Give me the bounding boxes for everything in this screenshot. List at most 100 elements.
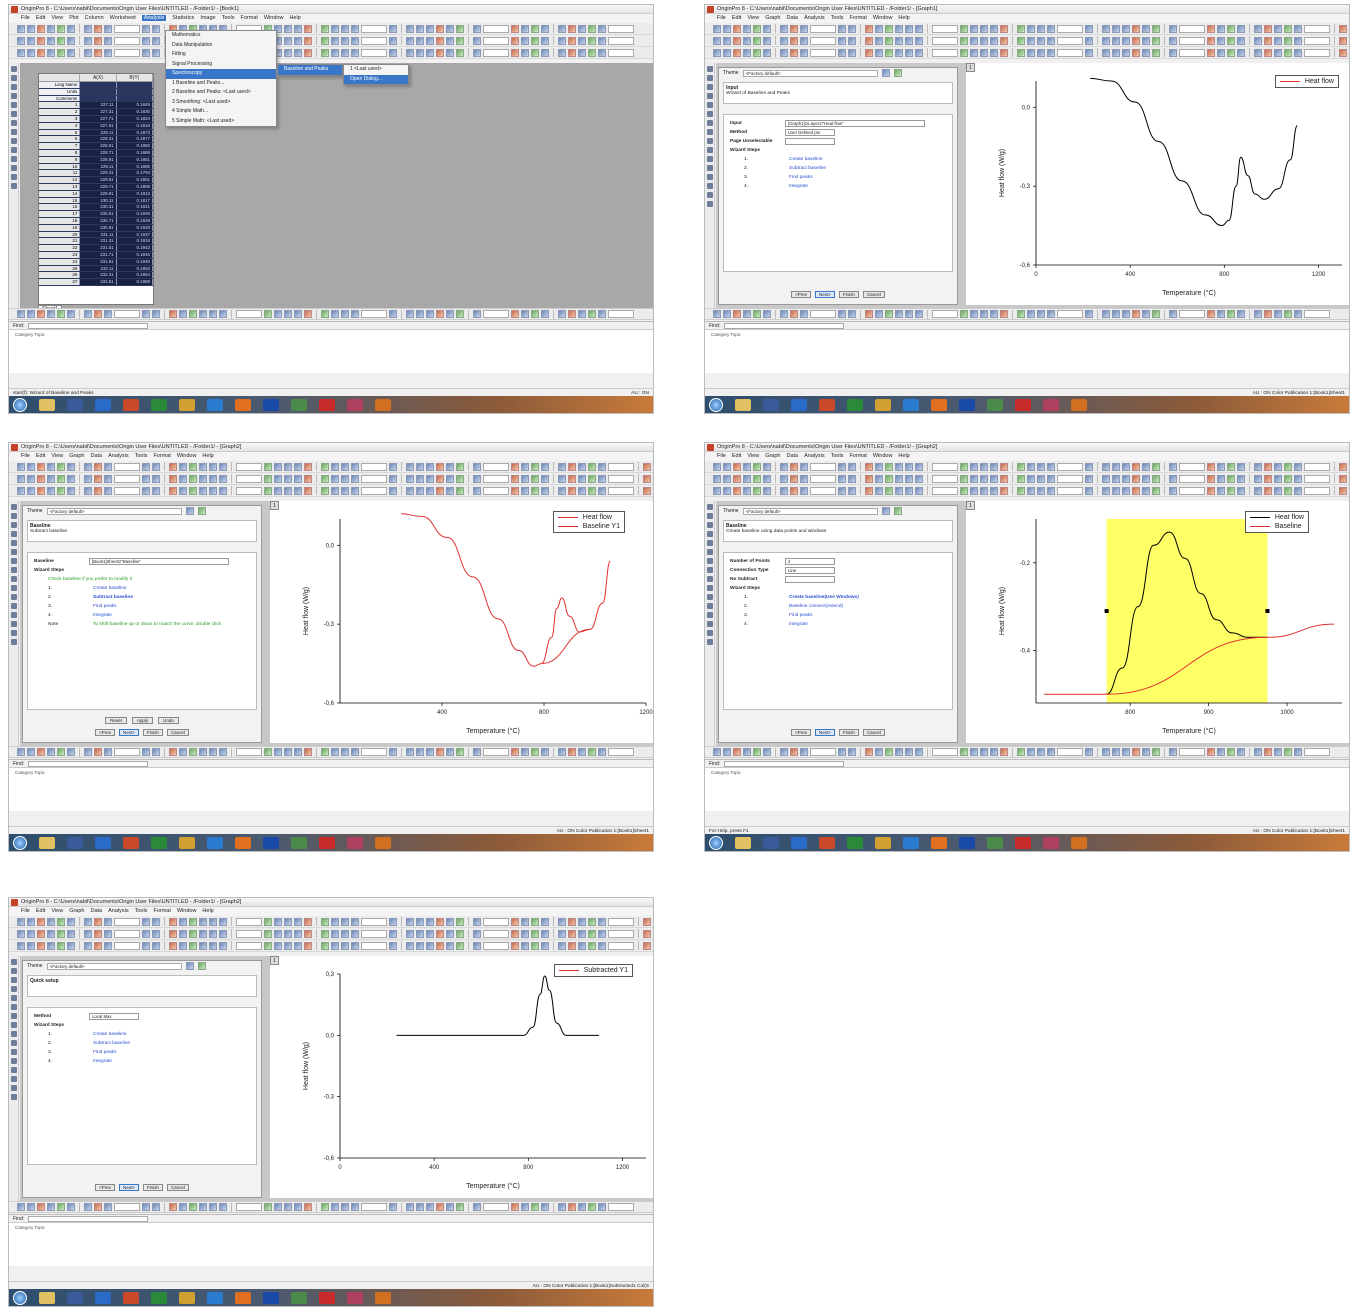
menu-item[interactable]: Data Manipulation (166, 41, 276, 51)
toolbar-dropdown[interactable] (483, 486, 509, 495)
menu-file[interactable]: File (717, 453, 726, 459)
toolbar-dropdown[interactable] (361, 48, 387, 57)
toolbar-button-icon[interactable] (67, 310, 75, 318)
toolbar-button-icon[interactable] (895, 486, 903, 495)
tool-icon[interactable] (707, 612, 713, 618)
toolbar-button-icon[interactable] (885, 474, 893, 483)
toolbar-dropdown[interactable] (236, 748, 262, 756)
toolbar-button-icon[interactable] (521, 941, 529, 950)
toolbar-button-icon[interactable] (473, 941, 481, 950)
toolbar-button-icon[interactable] (511, 24, 519, 33)
save-theme-icon[interactable] (185, 962, 194, 970)
toolbar-button-icon[interactable] (209, 917, 217, 926)
toolbar-button-icon[interactable] (1112, 462, 1120, 471)
toolbar-button-icon[interactable] (521, 486, 529, 495)
toolbar-button-icon[interactable] (598, 48, 606, 57)
toolbar-button-icon[interactable] (558, 462, 566, 471)
menu-data[interactable]: Data (90, 453, 102, 459)
menu-format[interactable]: Format (849, 453, 866, 459)
toolbar-button-icon[interactable] (331, 917, 339, 926)
toolbar-button-icon[interactable] (321, 941, 329, 950)
grid-cell[interactable]: 230.71 (80, 217, 117, 224)
toolbar-button-icon[interactable] (511, 748, 519, 756)
toolbar-button-icon[interactable] (723, 474, 731, 483)
toolbar-button-icon[interactable] (189, 1203, 197, 1211)
toolbar-button-icon[interactable] (578, 917, 586, 926)
find-input[interactable] (724, 322, 845, 329)
taskbar-app-icon[interactable] (151, 398, 167, 411)
toolbar-dropdown[interactable] (1304, 310, 1330, 318)
toolbar-button-icon[interactable] (1047, 462, 1055, 471)
save-theme-icon[interactable] (881, 69, 890, 77)
toolbar-button-icon[interactable] (199, 486, 207, 495)
toolbar-button-icon[interactable] (389, 929, 397, 938)
toolbar-button-icon[interactable] (341, 941, 349, 950)
toolbar-button-icon[interactable] (1274, 474, 1282, 483)
toolbar-button-icon[interactable] (905, 748, 913, 756)
toolbar-dropdown[interactable] (608, 24, 634, 33)
taskbar-app-icon[interactable] (347, 398, 363, 411)
toolbar-button-icon[interactable] (104, 474, 112, 483)
toolbar-button-icon[interactable] (1112, 474, 1120, 483)
menu-item[interactable]: 4 Simple Math... (166, 107, 276, 117)
toolbar-button-icon[interactable] (568, 48, 576, 57)
toolbar-button-icon[interactable] (274, 929, 282, 938)
step-link[interactable]: Integrate (789, 620, 808, 629)
toolbar-button-icon[interactable] (1217, 24, 1225, 33)
grid-cell[interactable] (80, 82, 117, 88)
toolbar-button-icon[interactable] (733, 24, 741, 33)
toolbar-button-icon[interactable] (219, 462, 227, 471)
wizard-step[interactable]: 3. Find peaks (730, 173, 946, 182)
toolbar-dropdown[interactable] (810, 36, 836, 45)
toolbar-dropdown[interactable] (483, 310, 509, 318)
toolbar-button-icon[interactable] (1274, 462, 1282, 471)
toolbar-button-icon[interactable] (473, 36, 481, 45)
toolbar-button-icon[interactable] (838, 48, 846, 57)
grid-cell[interactable]: 229.91 (80, 190, 117, 197)
wizard-step[interactable]: 4. Integrate (730, 182, 946, 191)
toolbar-button-icon[interactable] (351, 917, 359, 926)
toolbar-dropdown[interactable] (361, 24, 387, 33)
toolbar-button-icon[interactable] (284, 474, 292, 483)
toolbar-button-icon[interactable] (875, 24, 883, 33)
tool-icon[interactable] (11, 1040, 17, 1046)
toolbar-button-icon[interactable] (17, 1203, 25, 1211)
toolbar-button-icon[interactable] (1237, 24, 1245, 33)
toolbar-button-icon[interactable] (1254, 474, 1262, 483)
grid-cell[interactable]: 0.1882 (116, 143, 153, 149)
toolbar-button-icon[interactable] (446, 1203, 454, 1211)
toolbar-button-icon[interactable] (274, 748, 282, 756)
toolbar-button-icon[interactable] (169, 474, 177, 483)
toolbar-button-icon[interactable] (895, 474, 903, 483)
toolbar-button-icon[interactable] (331, 48, 339, 57)
toolbar-button-icon[interactable] (960, 48, 968, 57)
toolbar-button-icon[interactable] (304, 474, 312, 483)
toolbar-button-icon[interactable] (990, 24, 998, 33)
next-button[interactable]: Next> (118, 729, 139, 736)
toolbar-button-icon[interactable] (800, 462, 808, 471)
taskbar-app-icon[interactable] (375, 836, 391, 849)
toolbar-button-icon[interactable] (209, 929, 217, 938)
toolbar-button-icon[interactable] (578, 1203, 586, 1211)
toolbar-button-icon[interactable] (209, 474, 217, 483)
toolbar-button-icon[interactable] (84, 36, 92, 45)
toolbar-button-icon[interactable] (219, 1203, 227, 1211)
toolbar-button-icon[interactable] (416, 917, 424, 926)
toolbar-dropdown[interactable] (932, 310, 958, 318)
taskbar-app-icon[interactable] (207, 1291, 223, 1304)
toolbar-button-icon[interactable] (511, 917, 519, 926)
toolbar-button-icon[interactable] (57, 917, 65, 926)
toolbar-button-icon[interactable] (1085, 48, 1093, 57)
toolbar-button-icon[interactable] (1017, 36, 1025, 45)
toolbar-button-icon[interactable] (84, 1203, 92, 1211)
toolbar-button-icon[interactable] (152, 941, 160, 950)
toolbar-button-icon[interactable] (264, 462, 272, 471)
toolbar-button-icon[interactable] (389, 24, 397, 33)
tool-icon[interactable] (11, 612, 17, 618)
toolbar-button-icon[interactable] (763, 486, 771, 495)
grid-cell[interactable]: 0.1877 (116, 136, 153, 143)
toolbar-button-icon[interactable] (436, 748, 444, 756)
toolbar-dropdown[interactable] (608, 929, 634, 938)
toolbar-dropdown[interactable] (932, 24, 958, 33)
toolbar-button-icon[interactable] (598, 917, 606, 926)
